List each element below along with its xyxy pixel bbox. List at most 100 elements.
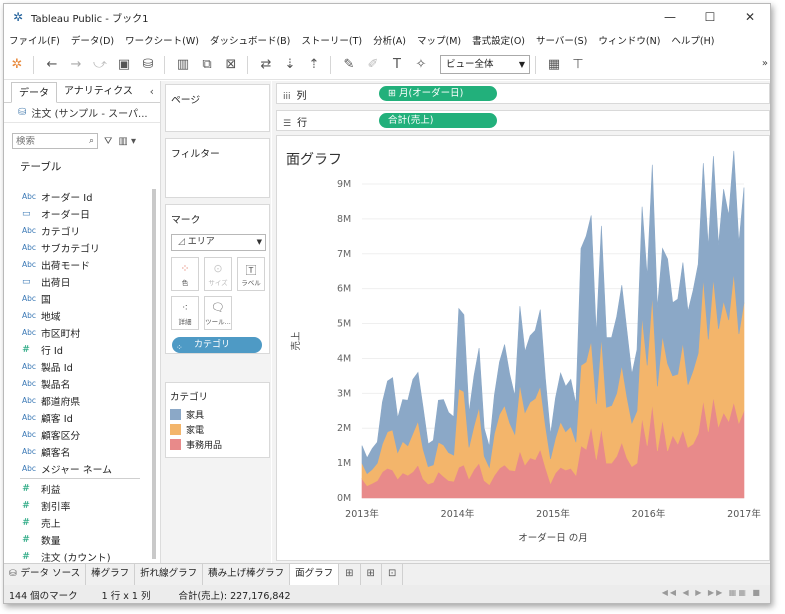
datasource-item[interactable]: ⛁ 注文 (サンプル - スーパ... [4, 103, 160, 123]
mark-type-select[interactable]: ◿ エリア ▼ [171, 234, 266, 251]
y-tick-label: 4M [337, 353, 351, 364]
rows-shelf-label: ☰ 行 [283, 118, 308, 129]
new-dashboard-icon[interactable]: ⊞ [361, 564, 382, 585]
tab-area-chart[interactable]: 面グラフ [290, 564, 340, 585]
forward-icon[interactable]: → [65, 54, 87, 76]
sort-ascending-icon[interactable]: ⇣ [279, 54, 301, 76]
field-item[interactable]: Abc 顧客 Id [4, 409, 154, 426]
field-item[interactable]: Abc 都道府県 [4, 392, 154, 409]
menu-map[interactable]: マップ(M) [417, 33, 461, 47]
tableau-home-icon[interactable]: ✲ [6, 54, 28, 76]
size-button[interactable]: ⊙ サイズ [204, 257, 232, 291]
filter-fields-icon[interactable]: ⛛ [104, 136, 112, 147]
category-color-pill[interactable]: ⁘ カテゴリ [172, 337, 262, 353]
field-item[interactable]: Abc 顧客区分 [4, 426, 154, 443]
rows-pill[interactable]: 合計(売上) [379, 113, 497, 128]
field-item[interactable]: # 割引率 [4, 497, 154, 514]
fix-axes-icon[interactable]: ✧ [410, 54, 432, 76]
back-icon[interactable]: ← [41, 54, 63, 76]
redo-icon[interactable]: ⤻ [89, 54, 111, 76]
field-label: 国 [41, 294, 51, 306]
legend-title: カテゴリ [170, 392, 209, 403]
field-item[interactable]: # 数量 [4, 531, 154, 548]
field-item[interactable]: Abc 市区町村 [4, 324, 154, 341]
menu-worksheet[interactable]: ワークシート(W) [125, 33, 199, 47]
view-data-icon[interactable]: ▥ ▾ [118, 136, 136, 147]
chevron-down-icon: ▼ [518, 60, 525, 69]
field-search-box[interactable]: ⌕ [12, 133, 98, 149]
field-item[interactable]: ▭ 出荷日 [4, 273, 154, 290]
show-cards-icon[interactable]: ▦ [543, 54, 565, 76]
legend-item[interactable]: 家具 [166, 407, 269, 422]
field-label: 注文 (カウント) [41, 552, 111, 564]
sheet-navigation-icon[interactable]: ◀◀ ◀ ▶ ▶▶ ▦▦ ■ [662, 588, 762, 597]
field-item[interactable]: ▭ オーダー日 [4, 205, 154, 222]
cards-column: ページ フィルター マーク ◿ エリア ▼ ⁘ 色 ⊙ サイズ 🅃 ラベル ⁖ … [161, 81, 271, 563]
presentation-mode-icon[interactable]: ⊤ [567, 54, 589, 76]
rows-shelf[interactable]: ☰ 行 合計(売上) [276, 110, 770, 131]
field-item[interactable]: Abc オーダー Id [4, 188, 154, 205]
pages-card[interactable]: ページ [165, 84, 270, 132]
menu-data[interactable]: データ(D) [71, 33, 114, 47]
legend-item[interactable]: 事務用品 [166, 437, 269, 452]
group-members-icon[interactable]: ✐ [362, 54, 384, 76]
field-item[interactable]: Abc カテゴリ [4, 222, 154, 239]
tab-data[interactable]: データ [11, 82, 57, 103]
search-input[interactable] [16, 135, 82, 147]
new-worksheet-icon[interactable]: ⊞ [339, 564, 361, 585]
field-item[interactable]: # 売上 [4, 514, 154, 531]
view-size-select[interactable]: ビュー全体 ▼ [440, 55, 530, 74]
field-item[interactable]: Abc サブカテゴリ [4, 239, 154, 256]
tab-analytics[interactable]: アナリティクス [57, 81, 140, 102]
field-item[interactable]: Abc 製品名 [4, 375, 154, 392]
menu-help[interactable]: ヘルプ(H) [671, 33, 714, 47]
highlight-icon[interactable]: ✎ [338, 54, 360, 76]
swap-rows-columns-icon[interactable]: ⇄ [255, 54, 277, 76]
toolbar-overflow-icon[interactable]: » [762, 58, 768, 69]
columns-shelf[interactable]: iii 列 ⊞ 月(オーダー日) [276, 83, 770, 104]
tab-data-source[interactable]: ⛁ データ ソース [4, 564, 87, 585]
close-button[interactable]: ✕ [730, 4, 770, 30]
field-list-scrollbar[interactable] [152, 189, 156, 559]
field-item[interactable]: # 利益 [4, 480, 154, 497]
label-button[interactable]: 🅃 ラベル [237, 257, 265, 291]
clear-sheet-icon[interactable]: ⊠ [220, 54, 242, 76]
save-icon[interactable]: ▣ [113, 54, 135, 76]
show-labels-icon[interactable]: T [386, 54, 408, 76]
detail-button[interactable]: ⁖ 詳細 [171, 296, 199, 330]
color-button[interactable]: ⁘ 色 [171, 257, 199, 291]
duplicate-sheet-icon[interactable]: ⧉ [196, 54, 218, 76]
menu-window[interactable]: ウィンドウ(N) [598, 33, 660, 47]
toolbar: ✲ ← → ⤻ ▣ ⛁ ▥ ⧉ ⊠ ⇄ ⇣ ⇡ ✎ ✐ T ✧ ビュー全体 ▼ … [4, 50, 770, 80]
menu-story[interactable]: ストーリー(T) [301, 33, 362, 47]
field-item[interactable]: # 行 Id [4, 341, 154, 358]
tooltip-button[interactable]: 🗨 ツール... [204, 296, 232, 330]
field-item[interactable]: Abc 地域 [4, 307, 154, 324]
columns-pill[interactable]: ⊞ 月(オーダー日) [379, 86, 497, 101]
status-sum: 合計(売上): 227,176,842 [178, 591, 291, 602]
field-item[interactable]: Abc 顧客名 [4, 443, 154, 460]
field-item[interactable]: Abc メジャー ネーム [4, 460, 154, 477]
collapse-pane-icon[interactable]: ‹ [150, 85, 154, 98]
sort-descending-icon[interactable]: ⇡ [303, 54, 325, 76]
minimize-button[interactable]: — [650, 4, 690, 30]
menu-analysis[interactable]: 分析(A) [373, 33, 406, 47]
menu-file[interactable]: ファイル(F) [9, 33, 60, 47]
y-tick-label: 1M [337, 458, 351, 469]
maximize-button[interactable]: ☐ [690, 4, 730, 30]
tab-bar-chart[interactable]: 棒グラフ [86, 564, 136, 585]
filters-card[interactable]: フィルター [165, 138, 270, 198]
detail-button-label: 詳細 [178, 318, 192, 326]
menu-format[interactable]: 書式設定(O) [472, 33, 525, 47]
menu-server[interactable]: サーバー(S) [536, 33, 587, 47]
new-datasource-icon[interactable]: ⛁ [137, 54, 159, 76]
tab-stacked-bar[interactable]: 積み上げ棒グラフ [203, 564, 291, 585]
legend-item[interactable]: 家電 [166, 422, 269, 437]
field-item[interactable]: Abc 製品 Id [4, 358, 154, 375]
menu-dashboard[interactable]: ダッシュボード(B) [210, 33, 290, 47]
field-item[interactable]: Abc 出荷モード [4, 256, 154, 273]
new-story-icon[interactable]: ⊡ [382, 564, 404, 585]
field-item[interactable]: Abc 国 [4, 290, 154, 307]
new-worksheet-icon[interactable]: ▥ [172, 54, 194, 76]
tab-line-chart[interactable]: 折れ線グラフ [135, 564, 204, 585]
